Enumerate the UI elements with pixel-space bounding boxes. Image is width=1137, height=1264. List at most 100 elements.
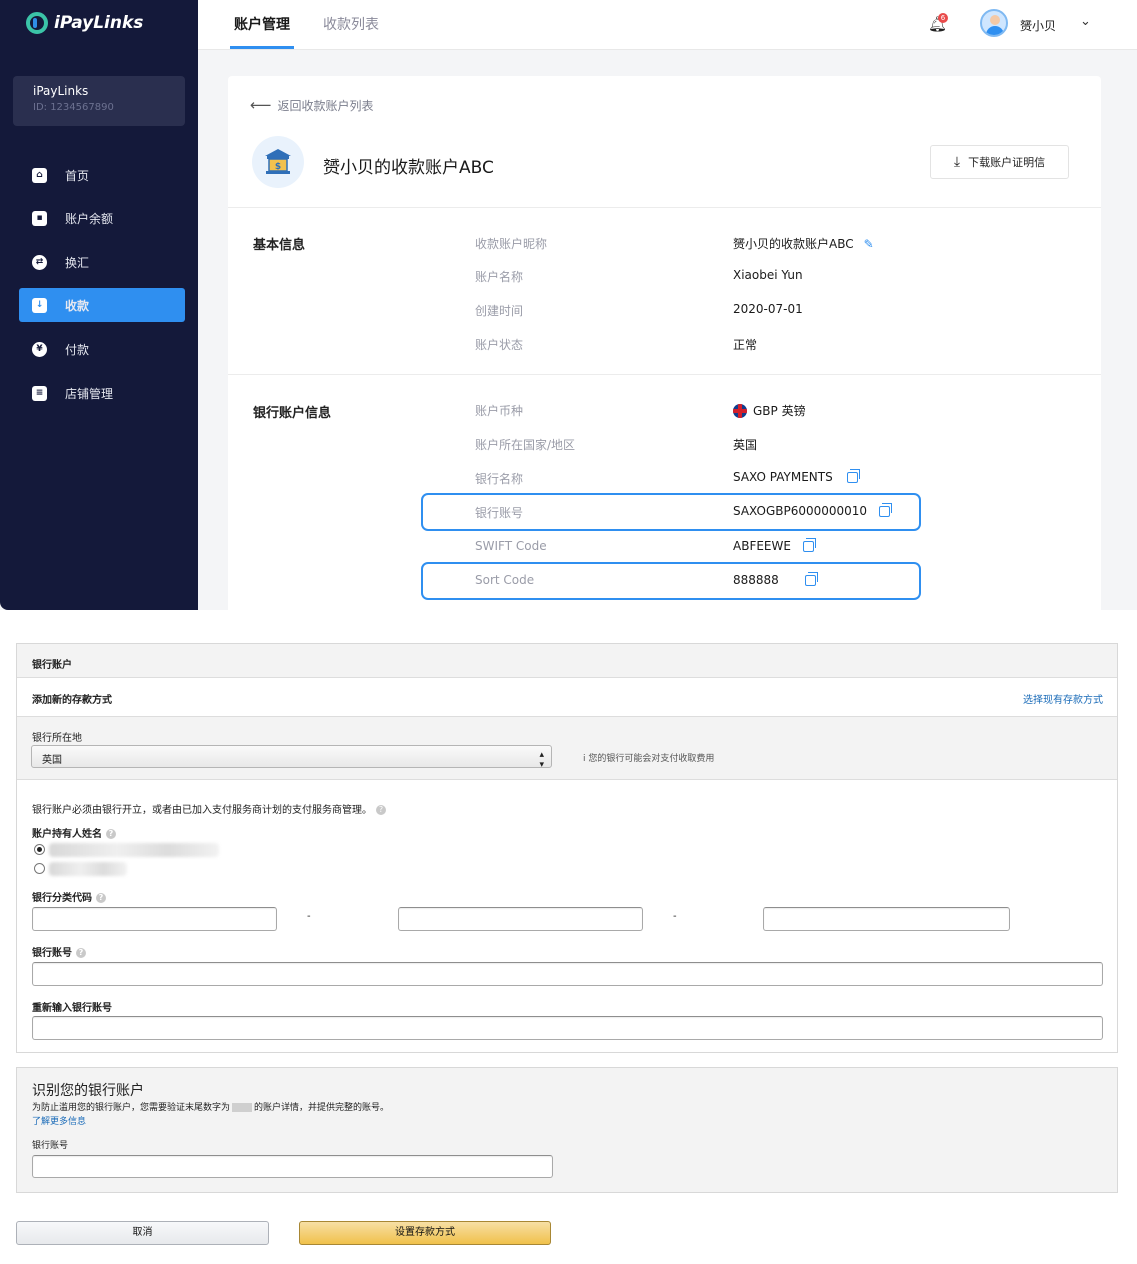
verify-field-label: 银行账号 — [32, 1141, 69, 1151]
sort-dash: - — [307, 911, 311, 922]
back-link[interactable]: ⟵ 返回收款账户列表 — [250, 96, 374, 114]
help-icon[interactable]: ? — [106, 829, 116, 839]
country-label: 银行所在地 — [32, 733, 82, 744]
account-label-row: 银行账号? — [32, 944, 86, 959]
notification-badge: 6 — [938, 13, 948, 23]
exchange-icon: ⇄ — [32, 254, 47, 270]
uk-flag-icon — [733, 403, 747, 418]
sort-dash: - — [673, 911, 677, 922]
brand-logo[interactable]: iPayLinks — [26, 12, 143, 34]
account-detail-panel: ⟵ 返回收款账户列表 $ 赟小贝的收款账户ABC ⤓ 下载账户证明信 基本信息 收… — [228, 76, 1101, 610]
account-name: iPayLinks — [33, 84, 89, 98]
divider — [228, 374, 1101, 375]
field-value-currency: GBP 英镑 — [733, 402, 806, 419]
chevron-down-icon[interactable]: ⌄ — [1080, 14, 1091, 29]
field-value-nickname: 赟小贝的收款账户ABC ✎ — [733, 235, 874, 252]
home-icon: ⌂ — [32, 167, 47, 183]
section-title-bank: 银行账户信息 — [253, 406, 332, 421]
select-arrows-icon: ▴ ▾ — [539, 750, 544, 770]
sidebar-item-store[interactable]: ≡ 店铺管理 — [19, 376, 185, 410]
field-label: 账户所在国家/地区 — [475, 438, 576, 452]
sidebar-item-pay[interactable]: ¥ 付款 — [19, 332, 185, 366]
redacted-digits — [232, 1103, 253, 1112]
account-title: 赟小贝的收款账户ABC — [323, 158, 494, 178]
redacted-name — [49, 862, 127, 876]
logo-icon — [26, 12, 48, 34]
country-select[interactable]: 英国 ▴ ▾ — [31, 745, 552, 770]
download-icon: ⤓ — [953, 154, 961, 170]
help-icon[interactable]: ? — [96, 893, 106, 903]
edit-icon[interactable]: ✎ — [864, 237, 874, 251]
account-number-label: 银行账号 — [32, 948, 72, 959]
download-certificate-button[interactable]: ⤓ 下载账户证明信 — [930, 145, 1069, 179]
tab-account-management[interactable]: 账户管理 — [230, 0, 294, 50]
notice-text: 银行账户必须由银行开立，或者由已加入支付服务商计划的支付服务商管理。 — [32, 805, 372, 816]
reenter-account-input[interactable] — [32, 1016, 1103, 1040]
highlight-sort-code — [421, 562, 921, 600]
sidebar-item-exchange[interactable]: ⇄ 换汇 — [19, 245, 185, 279]
field-label: 创建时间 — [475, 304, 524, 318]
holder-radio-2[interactable] — [34, 863, 45, 874]
store-icon: ≡ — [32, 385, 47, 401]
currency-value: GBP 英镑 — [753, 404, 806, 418]
holder-label-row: 账户持有人姓名? — [32, 825, 116, 840]
download-button-label: 下载账户证明信 — [968, 156, 1046, 169]
divider — [228, 207, 1101, 208]
reenter-label: 重新输入银行账号 — [32, 1003, 112, 1014]
top-bar: 账户管理 收款列表 🔔︎ 6 赟小贝 ⌄ — [198, 0, 1137, 50]
help-icon[interactable]: ? — [376, 805, 386, 815]
tab-receipt-list[interactable]: 收款列表 — [323, 0, 379, 50]
sidebar-item-label: 店铺管理 — [65, 386, 114, 401]
verify-box: 识别您的银行账户 为防止滥用您的银行账户，您需要验证末尾数字为 的账户详情，并提供… — [16, 1067, 1118, 1193]
bank-name-value: SAXO PAYMENTS — [733, 470, 833, 484]
sort-code-input-3[interactable] — [763, 907, 1010, 931]
field-label: SWIFT Code — [475, 539, 547, 553]
sidebar-item-label: 收款 — [65, 298, 90, 313]
account-id: ID: 1234567890 — [33, 102, 114, 113]
account-number-input[interactable] — [32, 962, 1103, 986]
sidebar-item-balance[interactable]: ▪ 账户余额 — [19, 201, 185, 235]
redacted-name — [49, 843, 219, 857]
yuan-icon: ¥ — [32, 341, 47, 357]
box-header: 银行账户 — [17, 644, 1117, 678]
sort-code-input-2[interactable] — [398, 907, 643, 931]
sidebar-item-home[interactable]: ⌂ 首页 — [19, 158, 185, 192]
user-name[interactable]: 赟小贝 — [1020, 17, 1056, 34]
holder-label: 账户持有人姓名 — [32, 829, 102, 840]
field-value: 2020-07-01 — [733, 302, 803, 316]
verify-title: 识别您的银行账户 — [32, 1083, 144, 1099]
swift-value: ABFEEWE — [733, 539, 791, 553]
sidebar-item-label: 付款 — [65, 342, 90, 357]
set-deposit-method-button[interactable]: 设置存款方式 — [299, 1221, 551, 1245]
avatar[interactable] — [980, 9, 1008, 37]
verify-desc-row: 为防止滥用您的银行账户，您需要验证末尾数字为 的账户详情，并提供完整的账号。 — [32, 1100, 389, 1113]
account-switcher[interactable]: iPayLinks ID: 1234567890 — [13, 76, 185, 126]
arrow-left-icon: ⟵ — [250, 96, 272, 114]
nickname-value: 赟小贝的收款账户ABC — [733, 237, 854, 251]
field-label: 银行名称 — [475, 472, 524, 486]
sort-code-label: 银行分类代码 — [32, 893, 92, 904]
copy-icon[interactable] — [846, 468, 860, 483]
choose-existing-link[interactable]: 选择现有存款方式 — [1023, 691, 1103, 706]
sort-label-row: 银行分类代码? — [32, 889, 106, 904]
field-label: 账户币种 — [475, 404, 524, 418]
holder-radio-1[interactable] — [34, 844, 45, 855]
sidebar-item-label: 账户余额 — [65, 211, 114, 226]
receive-icon: ↓ — [32, 297, 47, 313]
sidebar-item-receive[interactable]: ↓ 收款 — [19, 288, 185, 322]
learn-more-link[interactable]: 了解更多信息 — [32, 1114, 86, 1127]
field-value: Xiaobei Yun — [733, 268, 803, 282]
help-icon[interactable]: ? — [76, 948, 86, 958]
verify-account-input[interactable] — [32, 1155, 553, 1178]
bank-account-form-screen: 银行账户 添加新的存款方式 选择现有存款方式 银行所在地 英国 ▴ ▾ i 您的银… — [0, 610, 1137, 1264]
svg-text:$: $ — [275, 162, 281, 172]
sidebar: iPayLinks iPayLinks ID: 1234567890 ⌂ 首页 … — [0, 0, 198, 610]
sort-code-input-1[interactable] — [32, 907, 277, 931]
copy-icon[interactable] — [802, 537, 816, 552]
field-value: 英国 — [733, 438, 758, 452]
cancel-button[interactable]: 取消 — [16, 1221, 269, 1245]
ipaylinks-screen: iPayLinks iPayLinks ID: 1234567890 ⌂ 首页 … — [0, 0, 1137, 610]
field-label: 收款账户昵称 — [475, 237, 548, 251]
section-title-basic: 基本信息 — [253, 238, 306, 253]
back-link-label: 返回收款账户列表 — [277, 99, 374, 113]
